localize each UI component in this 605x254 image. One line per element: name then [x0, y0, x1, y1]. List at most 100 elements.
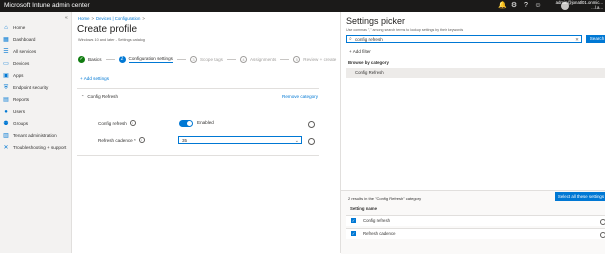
config-refresh-toggle[interactable] [179, 120, 193, 127]
step-connector [105, 59, 115, 60]
step-configuration-settings[interactable]: 2 Configuration settings [118, 56, 173, 63]
setting-name: Refresh cadence [363, 231, 396, 236]
results-count: 2 results in the "Config Refresh" catego… [348, 196, 422, 201]
left-nav: « ⌂ Home ▦ Dashboard ☰ All services ▭ Device… [0, 12, 72, 253]
category-item[interactable]: Config Refresh [346, 68, 605, 78]
top-bar: Microsoft Intune admin center 🔔 ⚙ ? ☺ ad… [0, 0, 605, 12]
divider [77, 88, 319, 89]
input-value: 35 [182, 138, 188, 143]
sidebar-item-label: Groups [13, 121, 29, 126]
top-bar-icons: 🔔 ⚙ ? ☺ [498, 1, 542, 10]
step-connector [176, 59, 186, 60]
results-section: 2 results in the "Config Refresh" catego… [341, 190, 605, 254]
sidebar-item-label: Home [13, 25, 26, 30]
add-settings-link[interactable]: + Add settings [80, 76, 109, 81]
apps-icon: ▣ [3, 72, 9, 79]
check-icon: ✓ [78, 56, 85, 63]
info-icon[interactable] [600, 232, 605, 238]
sidebar-item-label: Endpoint security [13, 85, 49, 90]
picker-title: Settings picker [346, 16, 406, 26]
sidebar-item-reports[interactable]: ▤ Reports [3, 95, 29, 104]
sidebar-item-label: All services [13, 49, 37, 54]
table-row[interactable]: ✓ Config refresh [346, 215, 605, 226]
settings-picker-pane: Settings picker Use commas "," among sea… [341, 12, 605, 254]
group-header[interactable]: ⌃ Config Refresh [81, 94, 118, 99]
setting-name: Config refresh [363, 218, 390, 223]
dashboard-icon: ▦ [3, 36, 9, 43]
divider [77, 155, 319, 156]
info-icon[interactable]: i [138, 137, 145, 143]
sidebar-item-groups[interactable]: ⚉ Groups [3, 119, 28, 128]
browse-by-category-label: Browse by category [348, 60, 389, 65]
step-label: Assignments [249, 57, 277, 62]
step-number: 2 [118, 56, 126, 63]
refresh-cadence-input[interactable]: 35 ⌄ [178, 136, 302, 144]
step-label: Scope tags [199, 57, 223, 62]
help-icon[interactable]: ? [522, 1, 530, 10]
step-scope-tags[interactable]: 3 Scope tags [189, 56, 223, 63]
step-label: Review + create [303, 57, 337, 62]
sidebar-item-endpoint-security[interactable]: ⛨ Endpoint security [3, 83, 49, 92]
sidebar-item-home[interactable]: ⌂ Home [3, 23, 25, 32]
settings-search-input[interactable]: ⌕ config refresh ✕ [346, 35, 582, 43]
sidebar-item-label: Users [13, 109, 25, 114]
info-icon[interactable]: i [129, 120, 136, 126]
step-review-create[interactable]: 5 Review + create [293, 56, 336, 63]
checkbox-checked[interactable]: ✓ [351, 231, 356, 236]
sidebar-item-tenant-administration[interactable]: ▥ Tenant administration [3, 131, 57, 140]
sidebar-item-devices[interactable]: ▭ Devices [3, 59, 29, 68]
wrench-icon: ✕ [3, 144, 9, 151]
sidebar-item-all-services[interactable]: ☰ All services [3, 47, 36, 56]
notifications-icon[interactable]: 🔔 [498, 1, 507, 10]
search-button[interactable]: Search [586, 35, 605, 43]
setting-label: Config refresh [98, 120, 127, 126]
table-row[interactable]: ✓ Refresh cadence [346, 228, 605, 239]
breadcrumb-separator: > [91, 16, 94, 21]
sidebar-item-users[interactable]: ● Users [3, 107, 25, 116]
all-services-icon: ☰ [3, 48, 9, 55]
remove-setting-icon[interactable] [308, 138, 315, 145]
wizard-steps: ✓ Basics 2 Configuration settings 3 Scope t… [78, 56, 336, 63]
step-label: Basics [88, 57, 102, 62]
breadcrumb-devices-configuration[interactable]: Devices | Configuration [96, 16, 140, 21]
step-assignments[interactable]: 4 Assignments [239, 56, 277, 63]
toggle-state-text: Enabled [197, 120, 214, 125]
feedback-icon[interactable]: ☺ [534, 1, 542, 10]
clear-icon[interactable]: ✕ [575, 36, 579, 43]
sidebar-item-dashboard[interactable]: ▦ Dashboard [3, 35, 35, 44]
sidebar-item-label: Tenant administration [13, 133, 57, 138]
collapse-nav-icon[interactable]: « [65, 15, 68, 21]
account-info[interactable]: admin@jonatl01.onmic... ...l.a... [556, 0, 603, 10]
step-connector [280, 59, 290, 60]
add-filter-button[interactable]: + Add filter [349, 49, 371, 54]
chevron-down-icon[interactable]: ⌄ [295, 137, 299, 145]
setting-label: Refresh cadence * [98, 137, 136, 143]
home-icon: ⌂ [4, 24, 8, 31]
group-name: Config Refresh [87, 94, 118, 99]
sidebar-item-apps[interactable]: ▣ Apps [3, 71, 23, 80]
toggle-knob [187, 121, 192, 126]
select-all-button[interactable]: Select all these settings [555, 192, 605, 201]
step-label: Configuration settings [128, 56, 173, 63]
devices-icon: ▭ [3, 60, 9, 67]
remove-setting-icon[interactable] [308, 121, 315, 128]
info-icon[interactable] [600, 219, 605, 225]
settings-icon[interactable]: ⚙ [510, 1, 518, 10]
checkbox-checked[interactable]: ✓ [351, 218, 356, 223]
breadcrumb: Home > Devices | Configuration > [78, 16, 147, 21]
step-basics[interactable]: ✓ Basics [78, 56, 102, 63]
step-connector [226, 59, 236, 60]
step-number: 3 [189, 56, 197, 63]
breadcrumb-home[interactable]: Home [78, 16, 89, 21]
column-header: Setting name [350, 206, 377, 211]
app-title[interactable]: Microsoft Intune admin center [4, 1, 90, 11]
page-subtitle: Windows 10 and later - Settings catalog [78, 38, 145, 42]
breadcrumb-separator: > [142, 16, 145, 21]
tenant-admin-icon: ▥ [3, 132, 9, 139]
sidebar-item-label: Apps [13, 73, 24, 78]
sidebar-item-troubleshooting[interactable]: ✕ Troubleshooting + support [3, 143, 66, 152]
picker-hint: Use commas "," among search terms to loo… [346, 28, 464, 32]
sidebar-item-label: Devices [13, 61, 30, 66]
remove-category-link[interactable]: Remove category [282, 94, 318, 99]
reports-icon: ▤ [3, 96, 9, 103]
